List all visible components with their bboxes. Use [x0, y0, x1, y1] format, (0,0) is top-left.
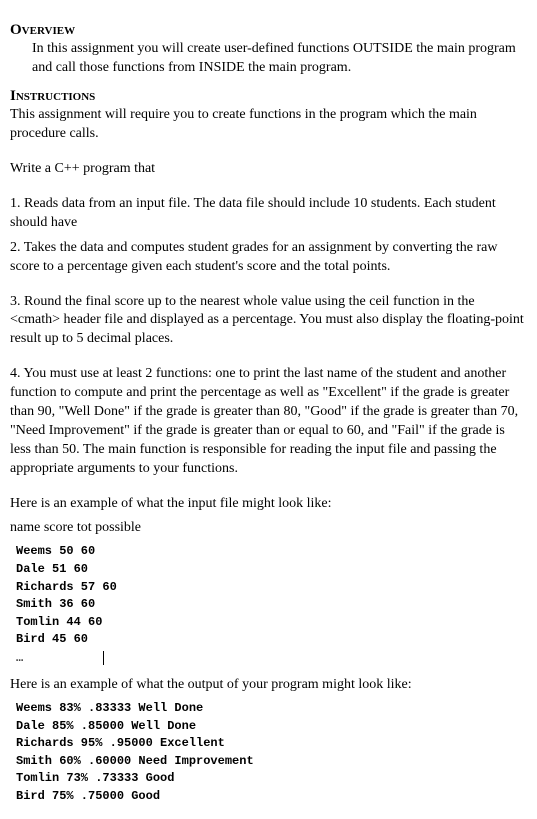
example-input-line: Richards 57 60: [16, 580, 527, 596]
example-input-lead: Here is an example of what the input fil…: [10, 495, 527, 514]
example-output-lead: Here is an example of what the output of…: [10, 676, 527, 695]
example-output-line: Tomlin 73% .73333 Good: [16, 771, 527, 787]
example-output-line: Richards 95% .95000 Excellent: [16, 736, 527, 752]
text-cursor-icon: [103, 651, 104, 665]
overview-heading: Overview: [10, 20, 527, 40]
example-output-line: Bird 75% .75000 Good: [16, 789, 527, 805]
example-input-line: Weems 50 60: [16, 544, 527, 560]
example-input-line: Smith 36 60: [16, 597, 527, 613]
example-input-line: Tomlin 44 60: [16, 615, 527, 631]
example-output-line: Dale 85% .85000 Well Done: [16, 719, 527, 735]
instructions-step4: 4. You must use at least 2 functions: on…: [10, 365, 527, 478]
instructions-step2: 2. Takes the data and computes student g…: [10, 239, 527, 277]
ellipsis-icon: …: [16, 650, 23, 666]
instructions-step3: 3. Round the final score up to the neare…: [10, 293, 527, 350]
overview-body: In this assignment you will create user-…: [10, 40, 527, 78]
example-output-line: Smith 60% .60000 Need Improvement: [16, 754, 527, 770]
example-input-line: Dale 51 60: [16, 562, 527, 578]
instructions-write: Write a C++ program that: [10, 160, 527, 179]
instructions-heading: Instructions: [10, 86, 527, 106]
example-input-line: Bird 45 60: [16, 632, 527, 648]
instructions-intro: This assignment will require you to crea…: [10, 106, 527, 144]
example-input-header: name score tot possible: [10, 519, 527, 538]
instructions-step1: 1. Reads data from an input file. The da…: [10, 195, 527, 233]
example-output-line: Weems 83% .83333 Well Done: [16, 701, 527, 717]
